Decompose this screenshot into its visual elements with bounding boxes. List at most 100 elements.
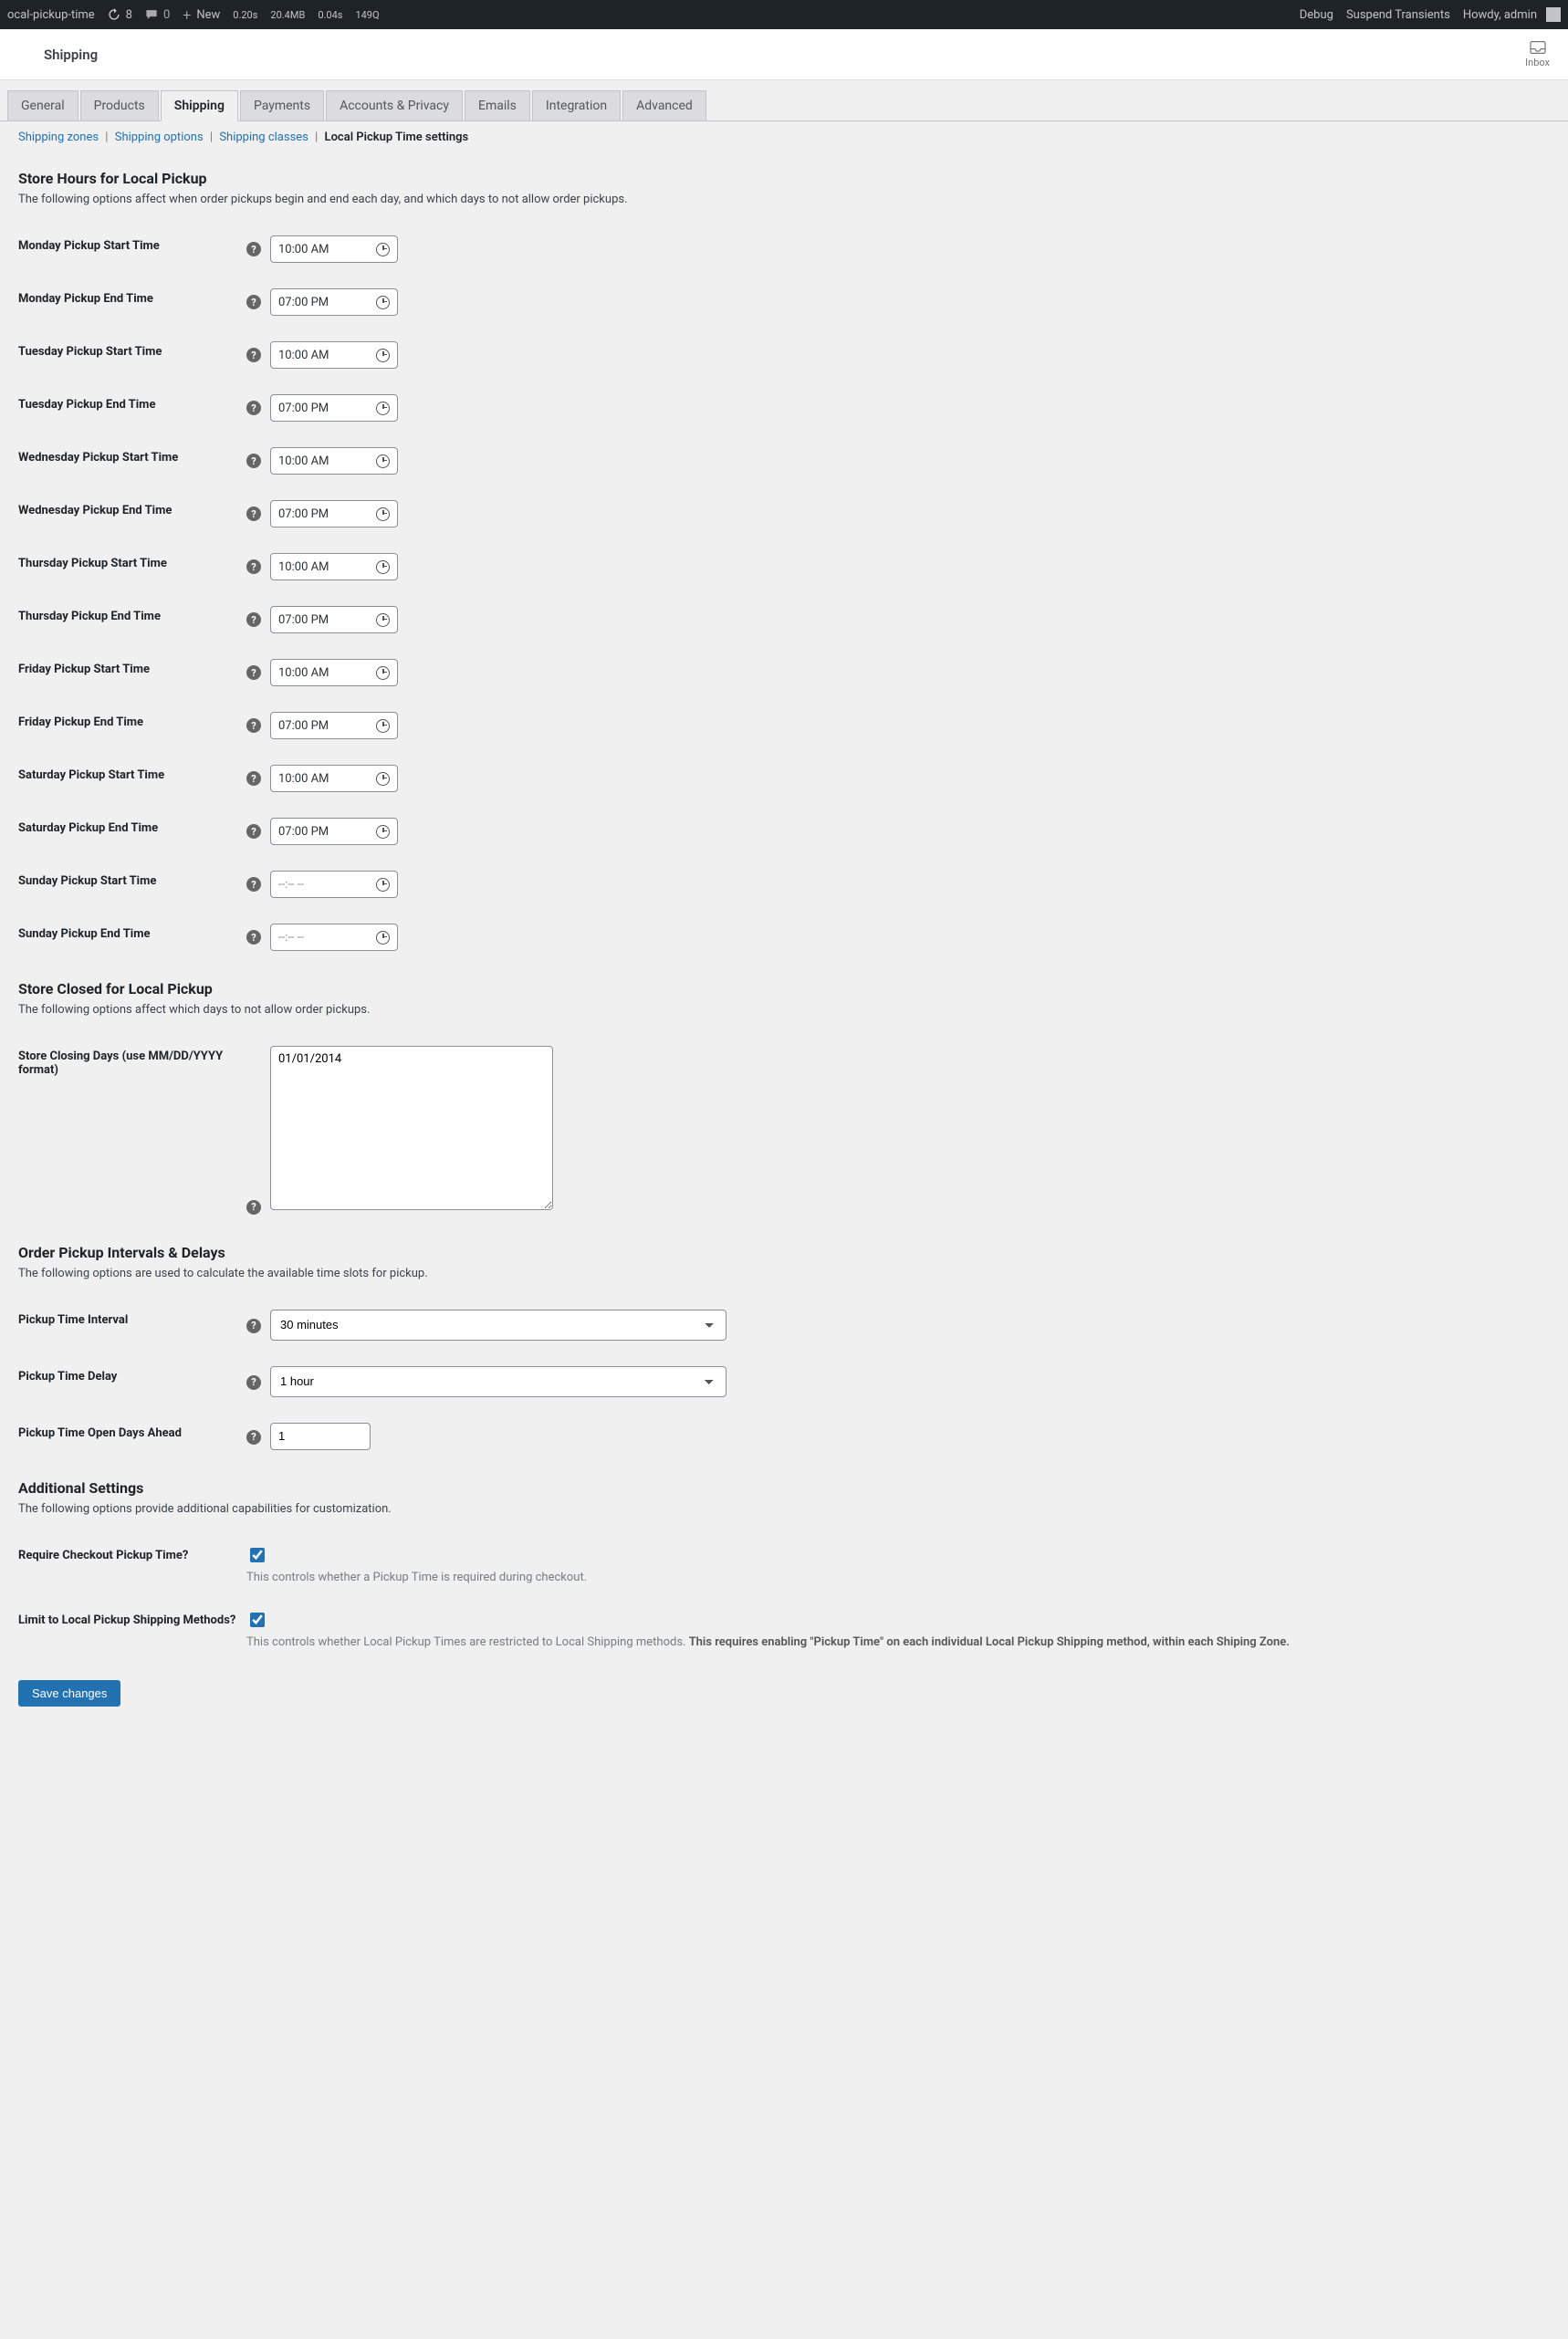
howdy-link[interactable]: Howdy, admin (1463, 7, 1561, 22)
debug-link[interactable]: Debug (1300, 8, 1333, 22)
mon-end-input[interactable]: 07:00 PM (270, 288, 398, 316)
help-icon[interactable]: ? (246, 401, 261, 415)
help-icon[interactable]: ? (246, 1200, 261, 1215)
sat-start-label: Saturday Pickup Start Time (18, 752, 246, 805)
tue-end-label: Tuesday Pickup End Time (18, 381, 246, 434)
inbox-button[interactable]: Inbox (1525, 40, 1550, 68)
updates-count: 8 (126, 8, 132, 22)
tab-payments[interactable]: Payments (240, 90, 324, 120)
help-icon[interactable]: ? (246, 665, 261, 680)
require-checkout-label: Require Checkout Pickup Time? (18, 1532, 246, 1597)
memory[interactable]: 20.4MB (270, 9, 305, 21)
mon-start-input[interactable]: 10:00 AM (270, 235, 398, 263)
fri-end-input[interactable]: 07:00 PM (270, 712, 398, 739)
clock-icon (376, 454, 390, 468)
subnav-shipping-classes[interactable]: Shipping classes (219, 131, 308, 144)
queries[interactable]: 149Q (355, 9, 379, 21)
help-icon[interactable]: ? (246, 1319, 261, 1333)
timing-1[interactable]: 0.20s (233, 9, 257, 21)
inbox-icon (1529, 40, 1547, 55)
tab-shipping[interactable]: Shipping (161, 90, 238, 121)
limit-local-checkbox[interactable] (250, 1613, 265, 1627)
wed-end-input[interactable]: 07:00 PM (270, 500, 398, 527)
form-table-intervals: Pickup Time Interval ?30 minutes Pickup … (18, 1297, 1550, 1463)
sun-end-input[interactable]: --:-- -- (270, 924, 398, 951)
clock-icon (376, 349, 390, 362)
tab-general[interactable]: General (7, 90, 78, 120)
tab-integration[interactable]: Integration (532, 90, 621, 120)
help-icon[interactable]: ? (246, 718, 261, 733)
sat-end-input[interactable]: 07:00 PM (270, 818, 398, 845)
site-link[interactable]: ocal-pickup-time (7, 8, 95, 22)
sun-start-input[interactable]: --:-- -- (270, 871, 398, 898)
fri-start-input[interactable]: 10:00 AM (270, 659, 398, 686)
save-button[interactable]: Save changes (18, 1680, 120, 1707)
page-title: Shipping (18, 47, 98, 63)
new-label: New (196, 8, 220, 22)
mon-start-label: Monday Pickup Start Time (18, 223, 246, 276)
tab-products[interactable]: Products (80, 90, 159, 120)
intervals-heading: Order Pickup Intervals & Delays (18, 1244, 1550, 1261)
help-icon[interactable]: ? (246, 824, 261, 839)
closing-days-textarea[interactable]: 01/01/2014 (270, 1046, 553, 1210)
thu-end-label: Thursday Pickup End Time (18, 593, 246, 646)
help-icon[interactable]: ? (246, 612, 261, 627)
wed-start-input[interactable]: 10:00 AM (270, 447, 398, 475)
thu-start-input[interactable]: 10:00 AM (270, 553, 398, 580)
inbox-label: Inbox (1525, 57, 1550, 68)
help-icon[interactable]: ? (246, 930, 261, 945)
updates-link[interactable]: 8 (108, 8, 132, 22)
clock-icon (376, 931, 390, 945)
help-icon[interactable]: ? (246, 1375, 261, 1390)
subnav-shipping-options[interactable]: Shipping options (115, 131, 204, 144)
tue-end-input[interactable]: 07:00 PM (270, 394, 398, 422)
store-closed-desc: The following options affect which days … (18, 1003, 1550, 1017)
howdy-text: Howdy, admin (1463, 8, 1537, 22)
clock-icon (376, 507, 390, 521)
help-icon[interactable]: ? (246, 295, 261, 309)
clock-icon (376, 243, 390, 256)
additional-heading: Additional Settings (18, 1479, 1550, 1497)
delay-select[interactable]: 1 hour (270, 1366, 727, 1397)
clock-icon (376, 296, 390, 309)
tue-start-input[interactable]: 10:00 AM (270, 341, 398, 369)
tab-advanced[interactable]: Advanced (622, 90, 706, 120)
clock-icon (376, 772, 390, 786)
suspend-transients-link[interactable]: Suspend Transients (1346, 8, 1450, 22)
form-table-additional: Require Checkout Pickup Time? This contr… (18, 1532, 1550, 1662)
help-icon[interactable]: ? (246, 242, 261, 256)
subnav-shipping-zones[interactable]: Shipping zones (18, 131, 99, 144)
thu-end-input[interactable]: 07:00 PM (270, 606, 398, 633)
help-icon[interactable]: ? (246, 1430, 261, 1445)
store-hours-desc: The following options affect when order … (18, 193, 1550, 206)
new-link[interactable]: + New (183, 6, 220, 24)
comments-link[interactable]: 0 (145, 8, 170, 22)
closing-days-label: Store Closing Days (use MM/DD/YYYY forma… (18, 1033, 246, 1227)
help-icon[interactable]: ? (246, 454, 261, 468)
timing-2[interactable]: 0.04s (318, 9, 342, 21)
help-icon[interactable]: ? (246, 877, 261, 892)
help-icon[interactable]: ? (246, 348, 261, 362)
intervals-desc: The following options are used to calcul… (18, 1267, 1550, 1280)
interval-label: Pickup Time Interval (18, 1297, 246, 1353)
wed-start-label: Wednesday Pickup Start Time (18, 434, 246, 487)
sat-start-input[interactable]: 10:00 AM (270, 765, 398, 792)
additional-desc: The following options provide additional… (18, 1502, 1550, 1516)
interval-select[interactable]: 30 minutes (270, 1310, 727, 1341)
fri-start-label: Friday Pickup Start Time (18, 646, 246, 699)
require-checkout-checkbox[interactable] (250, 1548, 265, 1562)
wed-end-label: Wednesday Pickup End Time (18, 487, 246, 540)
mon-end-label: Monday Pickup End Time (18, 276, 246, 329)
tab-emails[interactable]: Emails (465, 90, 530, 120)
sub-nav: Shipping zones | Shipping options | Ship… (0, 121, 1568, 153)
help-icon[interactable]: ? (246, 771, 261, 786)
tab-accounts-privacy[interactable]: Accounts & Privacy (326, 90, 463, 120)
clock-icon (376, 719, 390, 733)
days-ahead-input[interactable] (270, 1423, 371, 1450)
help-icon[interactable]: ? (246, 559, 261, 574)
help-icon[interactable]: ? (246, 506, 261, 521)
clock-icon (376, 560, 390, 574)
avatar (1546, 7, 1561, 22)
clock-icon (376, 666, 390, 680)
clock-icon (376, 613, 390, 627)
